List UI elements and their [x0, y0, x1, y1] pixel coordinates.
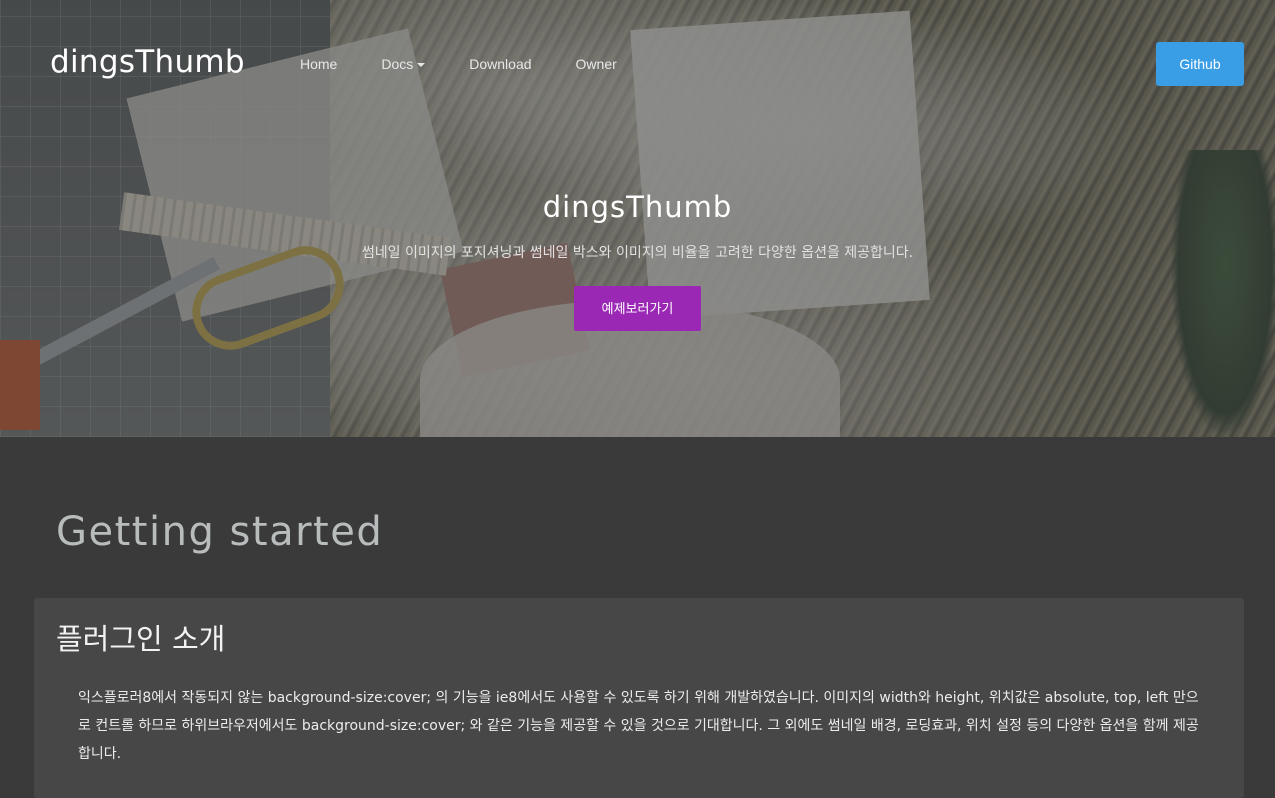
main-content: Getting started 플러그인 소개 익스플로러8에서 작동되지 않는…: [0, 437, 1275, 798]
nav-link-download[interactable]: Download: [469, 56, 531, 72]
top-navbar: dingsThumb Home Docs Download Owner Gith…: [0, 0, 1275, 128]
caret-down-icon: [417, 63, 426, 68]
card-title: 플러그인 소개: [56, 622, 226, 656]
hero-section: dingsThumb Home Docs Download Owner Gith…: [0, 0, 1275, 437]
section-title: Getting started: [56, 509, 384, 555]
intro-card: 플러그인 소개 익스플로러8에서 작동되지 않는 background-size…: [34, 598, 1244, 798]
nav-link-docs-label: Docs: [381, 56, 414, 72]
nav-link-owner[interactable]: Owner: [576, 56, 617, 72]
brand-logo[interactable]: dingsThumb: [50, 44, 245, 80]
hero-title: dingsThumb: [542, 190, 733, 224]
nav-link-home[interactable]: Home: [300, 56, 337, 72]
view-examples-button[interactable]: 예제보러가기: [574, 286, 701, 331]
hero-subtitle: 썸네일 이미지의 포지셔닝과 썸네일 박스와 이미지의 비율을 고려한 다양한 …: [361, 245, 914, 261]
card-body-text: 익스플로러8에서 작동되지 않는 background-size:cover; …: [78, 690, 1199, 762]
hero-content: dingsThumb 썸네일 이미지의 포지셔닝과 썸네일 박스와 이미지의 비…: [0, 190, 1275, 331]
nav-link-docs[interactable]: Docs: [381, 56, 426, 72]
nav-links: Home Docs Download Owner: [300, 56, 661, 72]
github-button[interactable]: Github: [1156, 42, 1244, 86]
